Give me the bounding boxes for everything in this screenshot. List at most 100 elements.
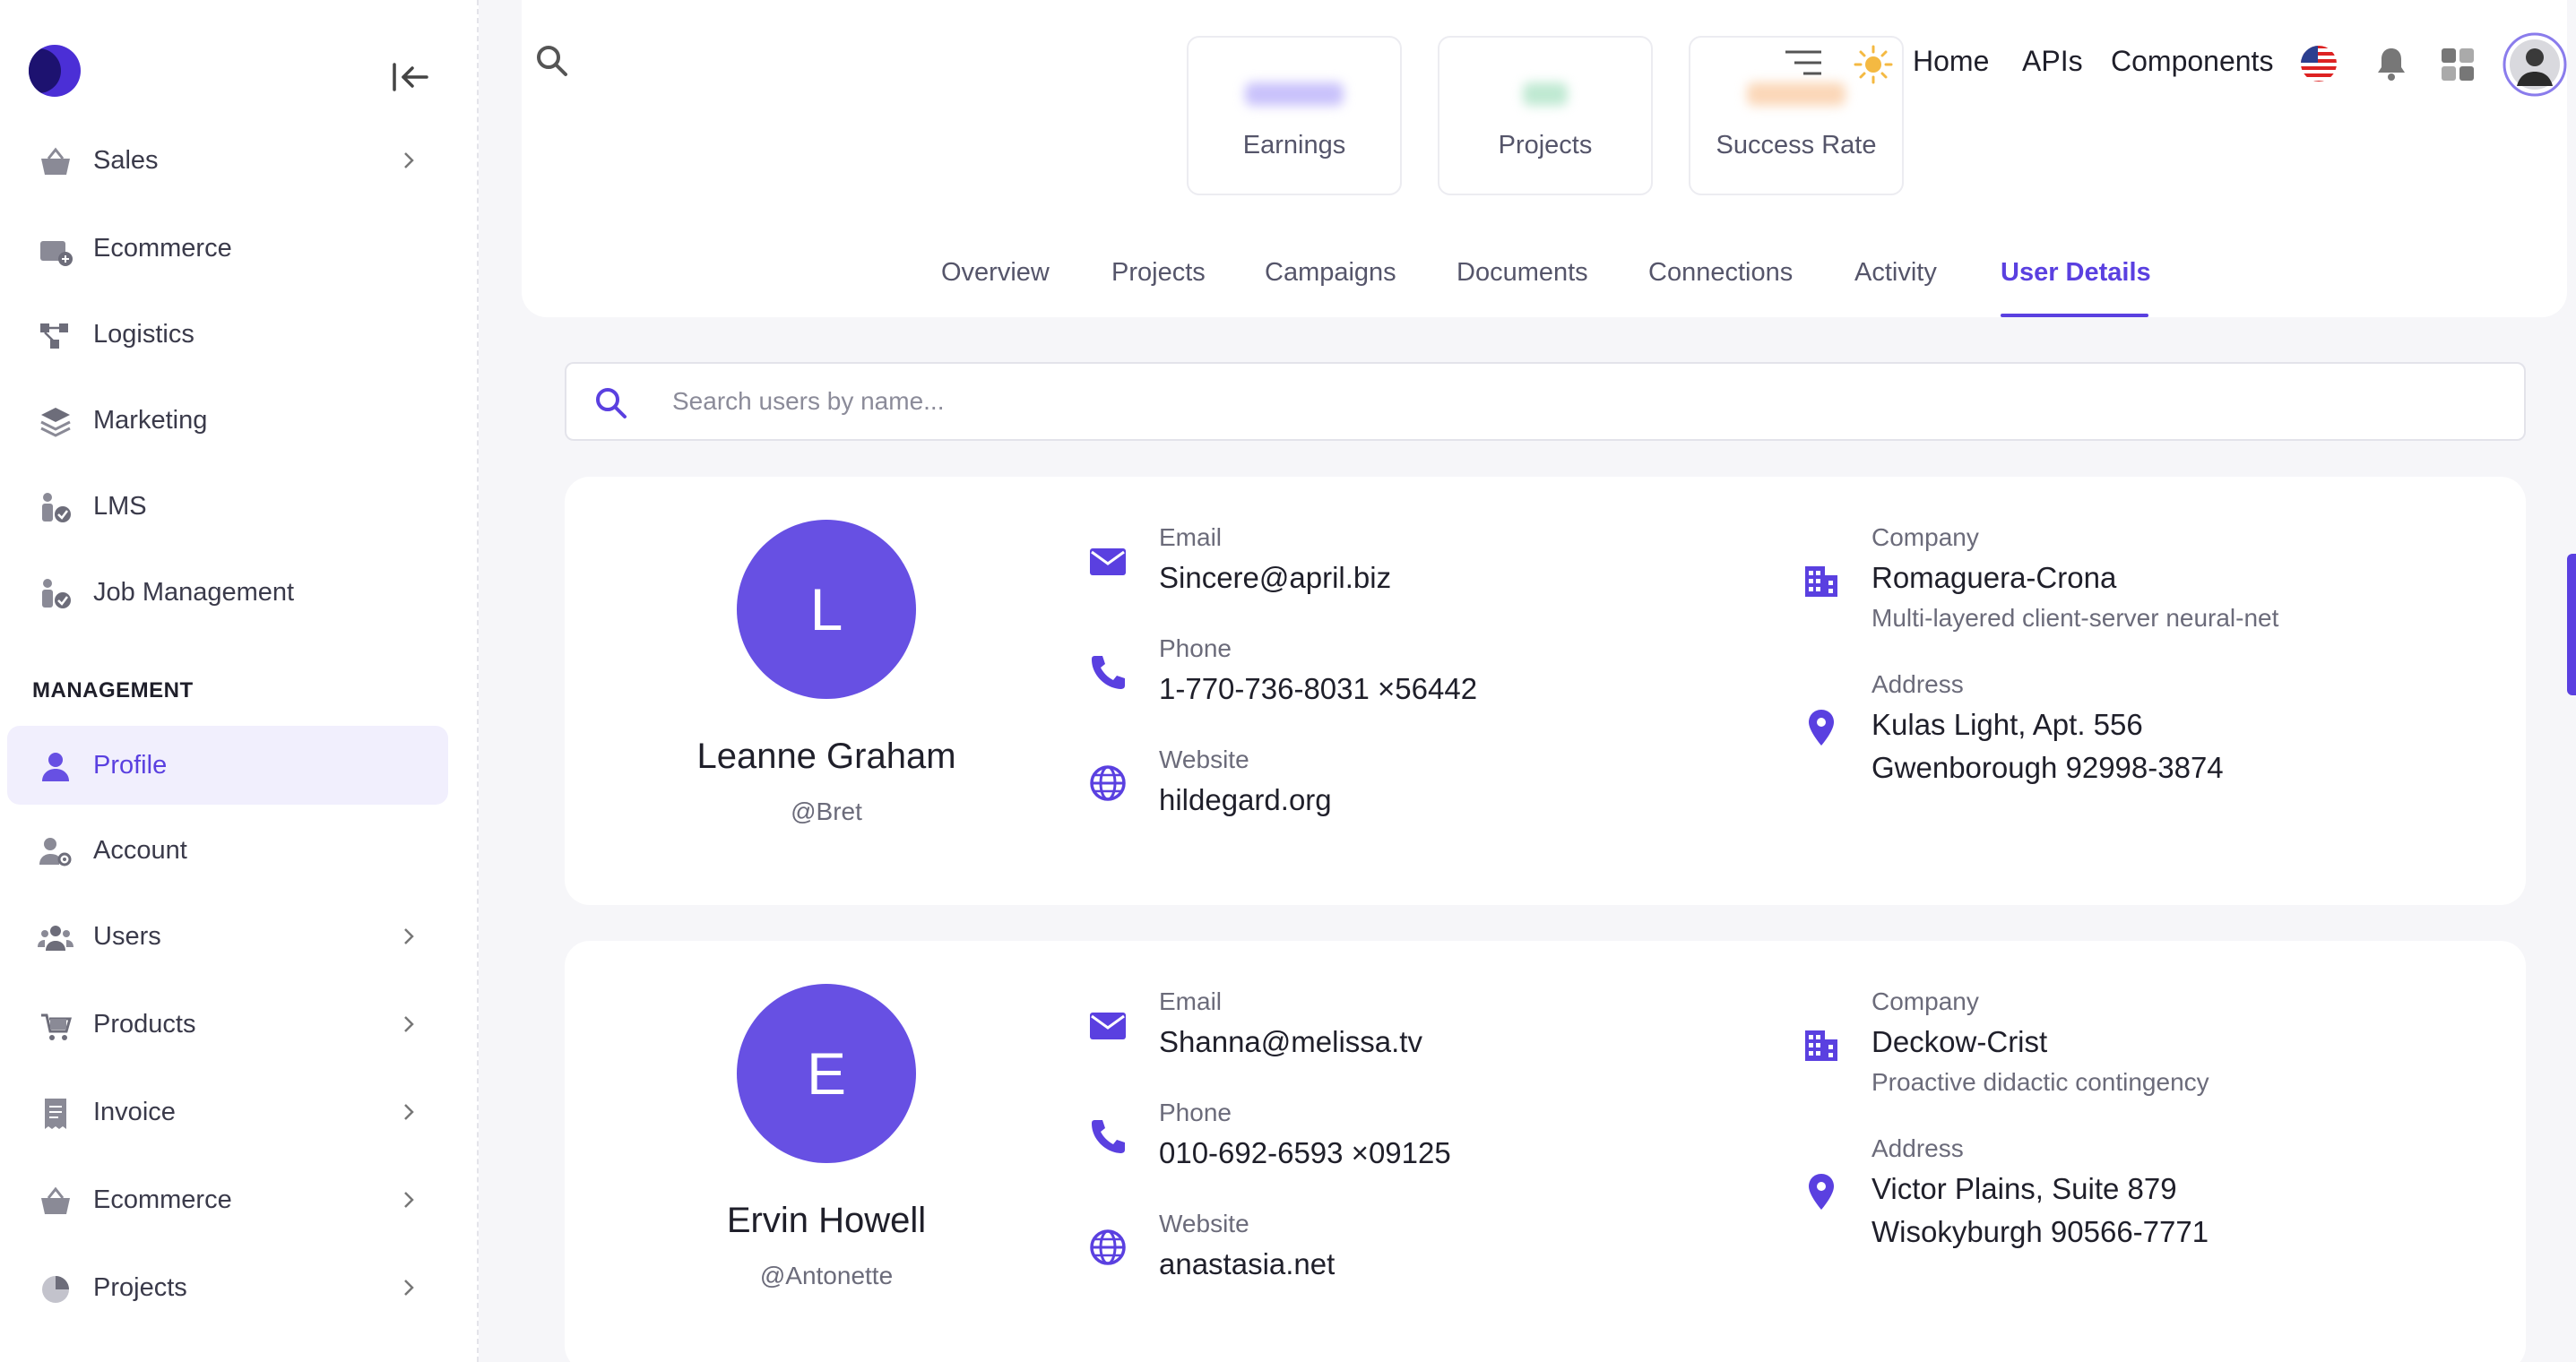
sidebar-item-users[interactable]: Users — [7, 897, 448, 976]
sidebar-item-label: Products — [93, 1009, 196, 1039]
invoice-icon — [38, 1096, 73, 1132]
company-catchphrase: Proactive didactic contingency — [1871, 1068, 2209, 1096]
company-label: Company — [1871, 987, 1979, 1015]
address-line-1: Victor Plains, Suite 879 — [1871, 1172, 2177, 1205]
apps-grid-icon[interactable] — [2440, 47, 2476, 87]
sidebar-item-label: Account — [93, 835, 187, 865]
stat-label: Projects — [1498, 131, 1593, 159]
user-icon — [38, 749, 73, 785]
sidebar-item-ecommerce-2[interactable]: Ecommerce — [7, 1160, 448, 1239]
tab-user-details[interactable]: User Details — [2001, 258, 2151, 288]
sun-icon[interactable] — [1854, 45, 1893, 89]
email-label: Email — [1159, 523, 1223, 551]
sidebar-item-label: Invoice — [93, 1097, 176, 1126]
menu-lines-icon[interactable] — [1784, 48, 1823, 85]
sidebar-item-label: Job Management — [93, 577, 295, 607]
users-icon — [38, 920, 73, 956]
tab-connections[interactable]: Connections — [1648, 258, 1793, 288]
tab-campaigns[interactable]: Campaigns — [1265, 258, 1396, 288]
nav-link-apis[interactable]: APIs — [2022, 45, 2083, 78]
nav-link-home[interactable]: Home — [1913, 45, 1989, 78]
sidebar-item-sales[interactable]: Sales — [7, 121, 448, 200]
person-check-icon — [38, 490, 73, 526]
company-name: Romaguera-Crona — [1871, 561, 2117, 594]
building-icon — [1802, 561, 1841, 600]
location-pin-icon — [1802, 708, 1841, 747]
user-avatar[interactable] — [2503, 32, 2567, 101]
basket-icon — [38, 144, 73, 180]
user-search-box — [565, 362, 2526, 441]
sidebar-item-profile[interactable]: Profile — [7, 726, 448, 805]
sidebar-item-label: Ecommerce — [93, 1185, 232, 1214]
stat-card-earnings: Earnings — [1187, 36, 1402, 195]
sidebar: Sales Ecommerce Logistics Marketing LMS … — [0, 0, 479, 1362]
address-line-2: Wisokyburgh 90566-7771 — [1871, 1215, 2209, 1248]
phone-label: Phone — [1159, 1099, 1232, 1126]
nav-link-components[interactable]: Components — [2111, 45, 2273, 78]
shop-icon — [38, 232, 73, 268]
company-name: Deckow-Crist — [1871, 1025, 2048, 1058]
sidebar-item-logistics[interactable]: Logistics — [7, 295, 448, 374]
search-icon[interactable] — [534, 43, 570, 79]
sidebar-item-job-management[interactable]: Job Management — [7, 553, 448, 632]
user-name: Ervin Howell — [726, 1201, 927, 1240]
sidebar-item-label: Users — [93, 921, 161, 951]
sidebar-item-label: Profile — [93, 750, 168, 780]
sidebar-item-label: Projects — [93, 1272, 187, 1302]
email-value[interactable]: Sincere@april.biz — [1159, 561, 1391, 595]
sidebar-item-projects[interactable]: Projects — [7, 1248, 448, 1327]
tab-documents[interactable]: Documents — [1457, 258, 1588, 288]
sidebar-item-label: Marketing — [93, 405, 208, 435]
pie-chart-icon — [38, 1271, 73, 1307]
phone-icon — [1088, 1116, 1128, 1156]
logistics-icon — [38, 318, 73, 354]
search-input[interactable] — [672, 376, 2375, 427]
website-label: Website — [1159, 746, 1249, 773]
user-handle: @Bret — [791, 797, 862, 825]
tab-projects[interactable]: Projects — [1111, 258, 1206, 288]
user-initial-avatar: E — [737, 984, 916, 1163]
stat-value-blurred — [1245, 82, 1344, 106]
tab-activity[interactable]: Activity — [1854, 258, 1937, 288]
website-link[interactable]: anastasia.net — [1159, 1247, 1335, 1281]
sidebar-item-account[interactable]: Account — [7, 811, 448, 890]
search-icon — [593, 385, 629, 421]
app-logo[interactable] — [29, 45, 81, 97]
sidebar-item-lms[interactable]: LMS — [7, 467, 448, 546]
sidebar-item-ecommerce[interactable]: Ecommerce — [7, 209, 448, 288]
address-label: Address — [1871, 1134, 1964, 1162]
person-check-icon — [38, 576, 73, 612]
bell-icon[interactable] — [2373, 45, 2409, 87]
phone-label: Phone — [1159, 634, 1232, 662]
scrollbar-thumb[interactable] — [2567, 554, 2576, 695]
stat-value-blurred — [1523, 82, 1568, 106]
stat-label: Earnings — [1242, 131, 1346, 159]
globe-icon — [1088, 1228, 1128, 1267]
globe-icon — [1088, 763, 1128, 803]
us-flag-icon[interactable] — [2300, 45, 2338, 87]
website-link[interactable]: hildegard.org — [1159, 783, 1332, 817]
sidebar-item-products[interactable]: Products — [7, 985, 448, 1064]
stat-card-projects: Projects — [1438, 36, 1653, 195]
mail-icon — [1088, 541, 1128, 581]
user-initial-avatar: L — [737, 520, 916, 699]
active-tab-indicator — [2001, 314, 2148, 317]
address-line-1: Kulas Light, Apt. 556 — [1871, 708, 2143, 741]
collapse-sidebar-icon[interactable] — [391, 59, 430, 95]
user-card: E Ervin Howell @Antonette Email Shanna@m… — [565, 941, 2526, 1362]
chevron-right-icon — [396, 1099, 421, 1125]
stat-label: Success Rate — [1716, 131, 1877, 159]
layers-icon — [38, 404, 73, 440]
phone-value: 010-692-6593 ×09125 — [1159, 1136, 1451, 1169]
sidebar-item-marketing[interactable]: Marketing — [7, 381, 448, 460]
sidebar-item-label: LMS — [93, 491, 147, 521]
company-label: Company — [1871, 523, 1979, 551]
sidebar-item-label: Ecommerce — [93, 233, 232, 263]
user-settings-icon — [38, 834, 73, 870]
email-value[interactable]: Shanna@melissa.tv — [1159, 1025, 1422, 1059]
user-card: L Leanne Graham @Bret Email Sincere@apri… — [565, 477, 2526, 905]
sidebar-item-invoice[interactable]: Invoice — [7, 1073, 448, 1151]
tab-overview[interactable]: Overview — [941, 258, 1050, 288]
email-label: Email — [1159, 987, 1223, 1015]
website-label: Website — [1159, 1210, 1249, 1237]
